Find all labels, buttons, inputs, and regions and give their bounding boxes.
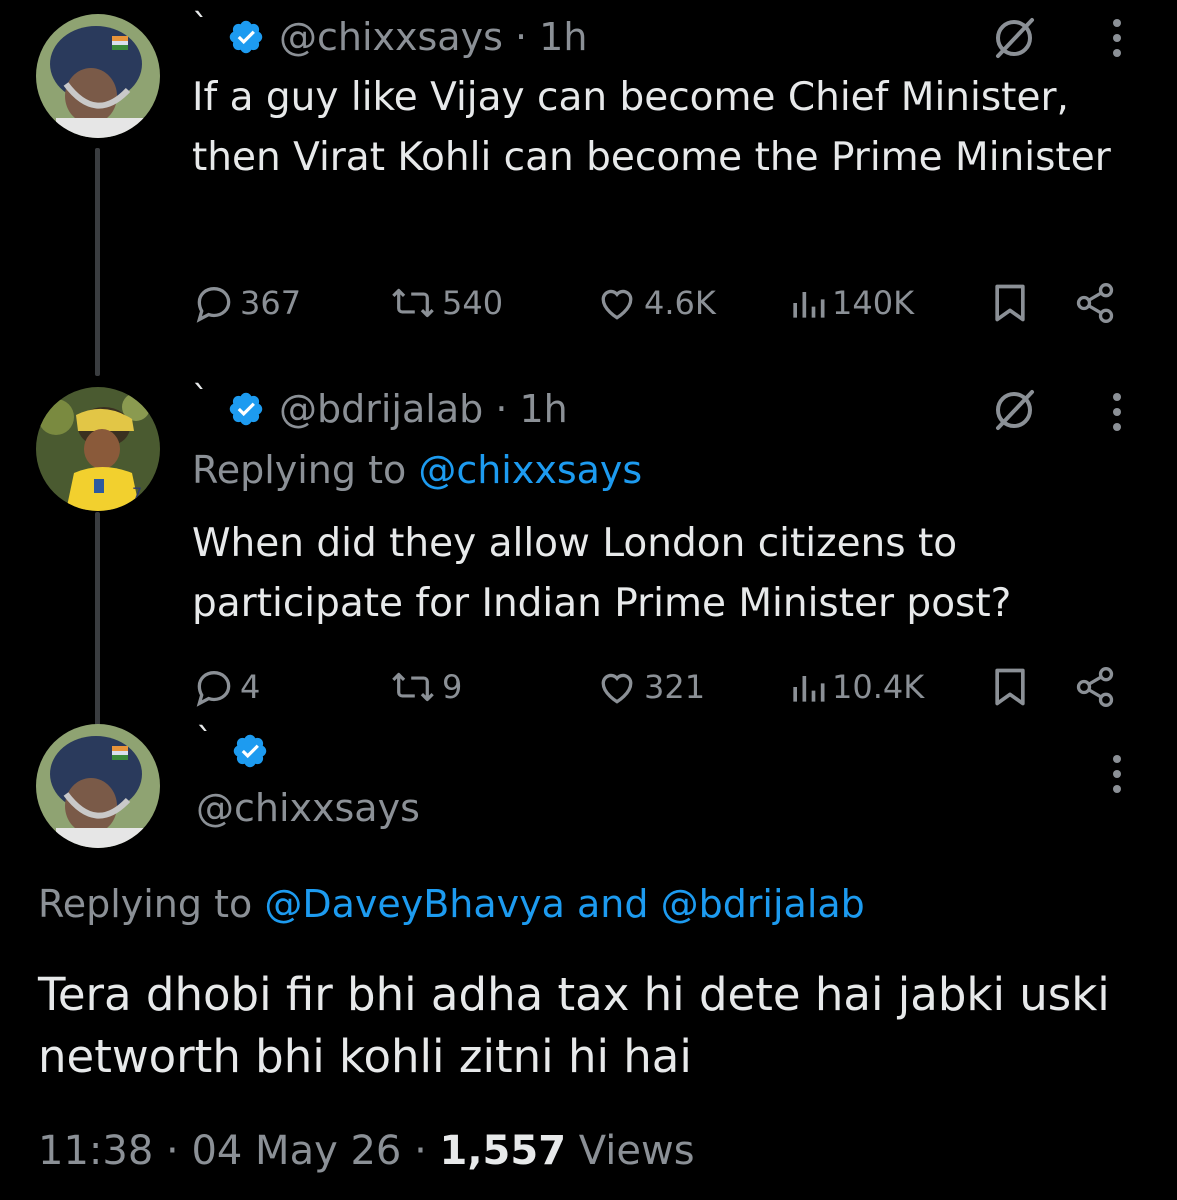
reply-icon [196, 287, 231, 323]
timestamp[interactable]: 1h [519, 387, 567, 431]
views-icon [793, 676, 825, 702]
display-name[interactable]: ` [192, 10, 209, 44]
repost-icon [392, 672, 434, 702]
repost-button[interactable]: 9 [388, 662, 462, 712]
repost-count: 540 [442, 284, 504, 322]
more-icon[interactable] [1112, 754, 1122, 794]
bookmark-button[interactable] [990, 278, 1034, 328]
tweet-header: ` @bdrijalab · 1h [192, 382, 568, 434]
repost-count: 9 [442, 668, 463, 706]
replying-to-label: Replying to [38, 882, 265, 926]
like-count: 4.6K [644, 284, 716, 322]
more-icon[interactable] [1112, 18, 1122, 58]
views-label: Views [578, 1128, 695, 1174]
bookmark-button[interactable] [990, 662, 1034, 712]
avatar[interactable] [36, 724, 160, 848]
views-button[interactable]: 140K [788, 278, 914, 328]
like-icon [601, 289, 633, 320]
views-button[interactable]: 10.4K [788, 662, 924, 712]
tweet-text: When did they allow London citizens to p… [192, 521, 1012, 626]
tweet-text: Tera dhobi fir bhi adha tax hi dete hai … [38, 968, 1110, 1083]
username[interactable]: @bdrijalab [279, 387, 483, 431]
views-count: 10.4K [832, 668, 925, 706]
action-bar: 367 540 4.6K 140K [192, 278, 1132, 328]
views-count: 140K [832, 284, 915, 322]
thread-line [95, 512, 100, 730]
separator-dot: · [153, 1128, 192, 1174]
post-time[interactable]: 11:38 [38, 1128, 153, 1174]
reply-button[interactable]: 4 [192, 662, 260, 712]
verified-badge-icon [233, 734, 267, 768]
bookmark-icon [995, 668, 1025, 706]
separator-dot: · [502, 15, 540, 59]
mention-link[interactable]: @DaveyBhavya and @bdrijalab [264, 882, 865, 926]
verified-badge-icon [229, 392, 263, 426]
reply-count: 367 [240, 284, 302, 322]
share-button[interactable] [1072, 662, 1122, 712]
share-button[interactable] [1072, 278, 1122, 328]
reply-count: 4 [240, 668, 261, 706]
like-icon [601, 673, 633, 704]
more-icon[interactable] [1112, 392, 1122, 432]
share-icon [1076, 667, 1114, 707]
display-name[interactable]: ` [196, 724, 213, 758]
replying-to-label: Replying to [192, 448, 419, 492]
bookmark-icon [995, 284, 1025, 322]
username[interactable]: @chixxsays [279, 15, 503, 59]
replying-to: Replying to @chixxsays [192, 448, 642, 492]
display-name[interactable]: ` [192, 382, 209, 416]
svg-text:7: 7 [132, 484, 142, 503]
grok-icon[interactable] [990, 14, 1038, 62]
like-button[interactable]: 321 [594, 662, 705, 712]
tweet-meta: 11:38 · 04 May 26 · 1,557 Views [38, 1128, 695, 1174]
reply-button[interactable]: 367 [192, 278, 301, 328]
reply-icon [196, 671, 231, 707]
like-count: 321 [644, 668, 706, 706]
verified-badge-icon [229, 20, 263, 54]
separator-dot: · [483, 387, 520, 431]
post-date[interactable]: 04 May 26 [191, 1128, 401, 1174]
avatar[interactable] [36, 14, 160, 138]
username[interactable]: @chixxsays [196, 786, 420, 830]
share-icon [1076, 283, 1114, 323]
mention-link[interactable]: @chixxsays [418, 448, 642, 492]
thread-line [95, 148, 100, 376]
separator-dot: · [401, 1128, 440, 1174]
avatar[interactable]: 7 [36, 387, 160, 511]
like-button[interactable]: 4.6K [594, 278, 716, 328]
repost-button[interactable]: 540 [388, 278, 503, 328]
replying-to: Replying to @DaveyBhavya and @bdrijalab [38, 882, 865, 926]
timestamp[interactable]: 1h [539, 15, 587, 59]
grok-icon[interactable] [990, 386, 1038, 434]
display-name-row: ` [196, 724, 283, 776]
views-total: 1,557 [439, 1128, 567, 1174]
action-bar: 4 9 321 10.4K [192, 662, 1132, 712]
views-icon [793, 292, 825, 318]
tweet-text: If a guy like Vijay can become Chief Min… [192, 75, 1111, 180]
repost-icon [392, 288, 434, 318]
tweet-header: ` @chixxsays · 1h [192, 10, 587, 62]
